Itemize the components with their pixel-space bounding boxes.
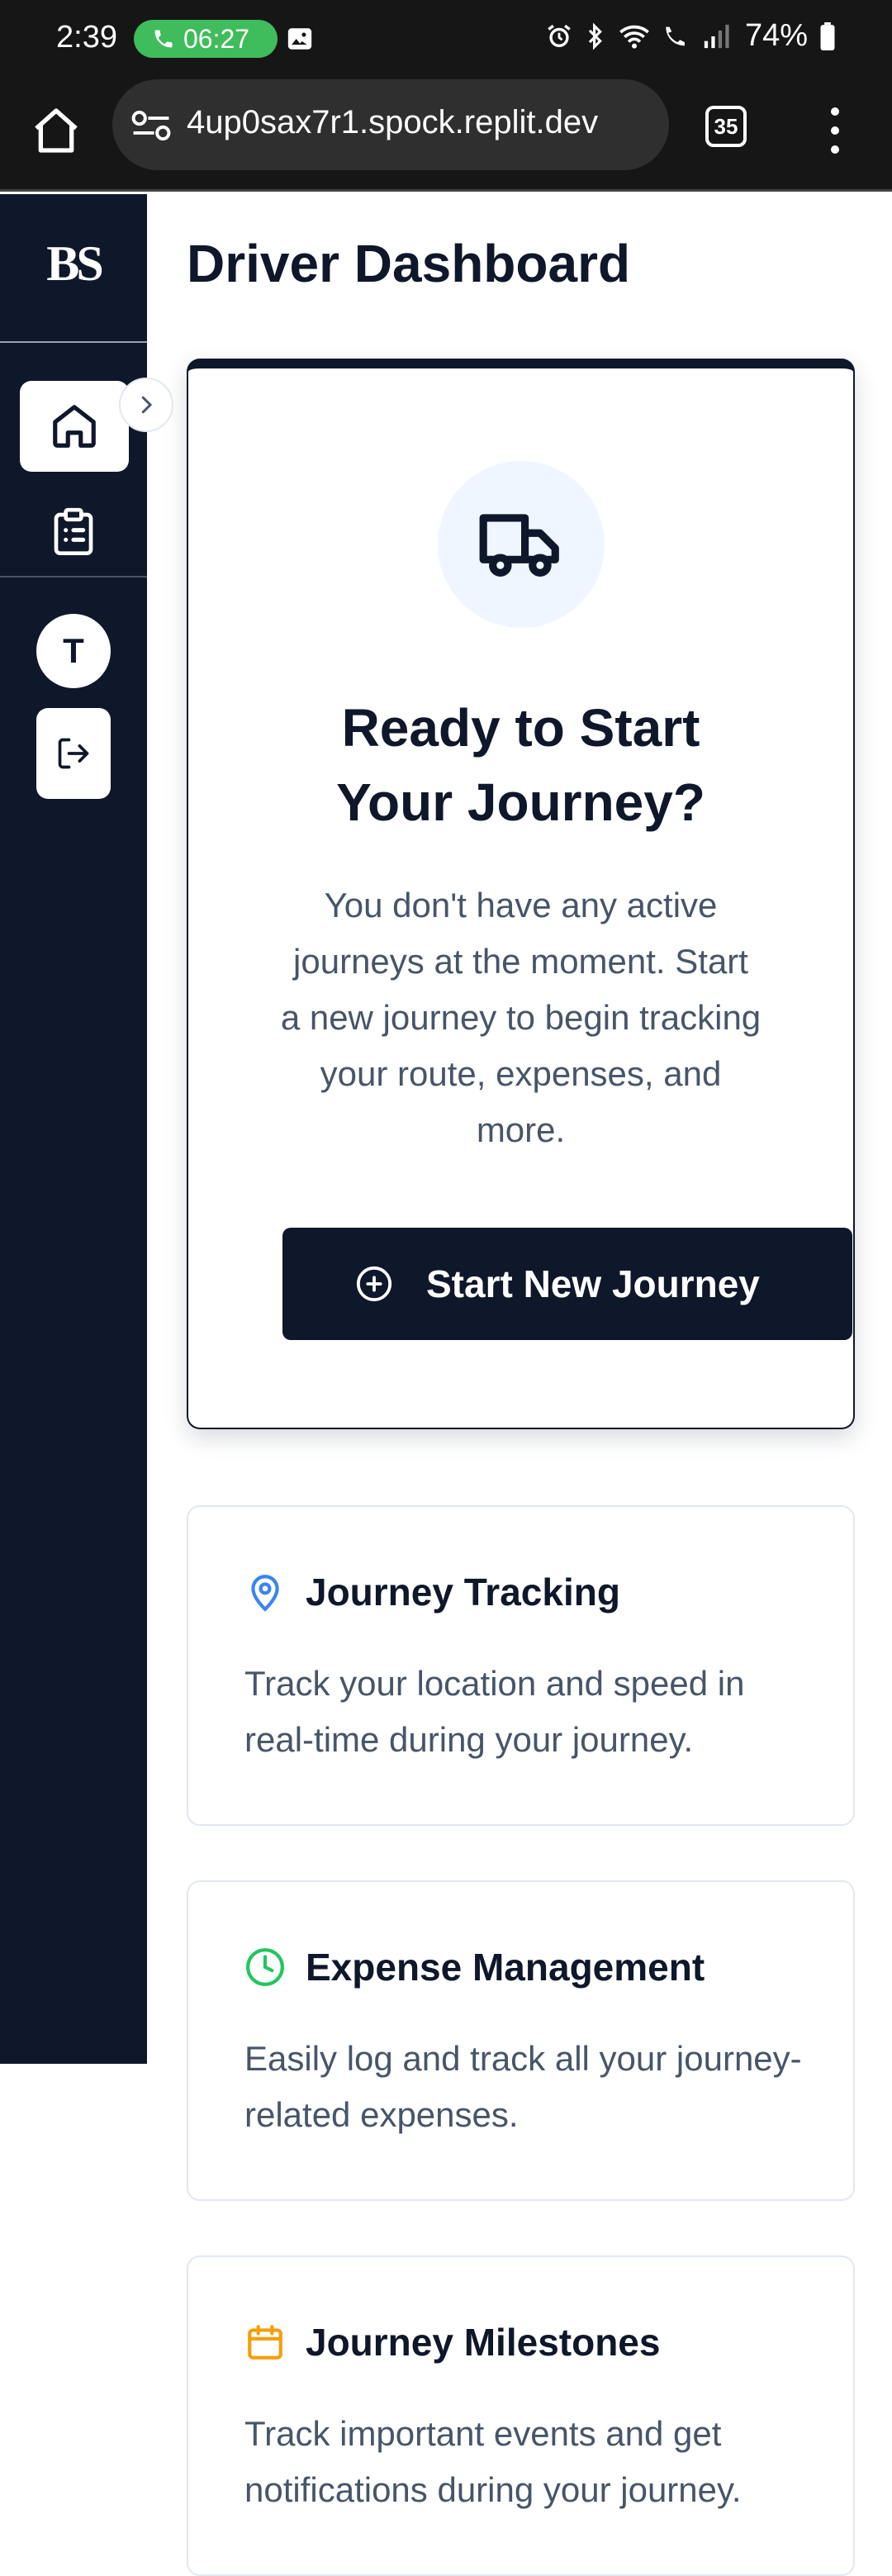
battery-icon bbox=[820, 21, 835, 50]
truck-icon-badge bbox=[438, 461, 605, 628]
logout-button[interactable] bbox=[36, 708, 111, 799]
clock-icon bbox=[246, 1948, 284, 1986]
feature-card-journey-tracking: Journey Tracking Track your location and… bbox=[187, 1505, 855, 1826]
gallery-icon bbox=[287, 28, 312, 50]
status-time: 2:39 bbox=[56, 20, 117, 55]
wifi-icon bbox=[619, 25, 649, 49]
tab-switcher-button[interactable]: 35 bbox=[705, 106, 747, 147]
phone-icon bbox=[154, 30, 173, 48]
feature-title: Journey Tracking bbox=[306, 1571, 620, 1614]
feature-card-journey-milestones: Journey Milestones Track important event… bbox=[187, 2255, 855, 2576]
browser-menu-icon[interactable] bbox=[823, 107, 847, 154]
wifi-calling-icon bbox=[666, 26, 685, 45]
chevron-right-icon bbox=[141, 396, 153, 414]
sidebar-divider bbox=[0, 341, 147, 343]
app-logo[interactable]: BS bbox=[0, 235, 147, 292]
feature-card-expense-management: Expense Management Easily log and track … bbox=[187, 1880, 855, 2201]
logout-icon bbox=[58, 738, 89, 769]
status-icons: 74% bbox=[545, 18, 836, 54]
start-new-journey-button[interactable]: Start New Journey bbox=[282, 1228, 852, 1340]
feature-description: Easily log and track all your journey-re… bbox=[244, 2039, 802, 2134]
start-journey-card: Ready to Start Your Journey? You don't h… bbox=[187, 359, 855, 1429]
home-icon bbox=[53, 405, 96, 448]
truck-icon bbox=[479, 514, 559, 577]
sidebar: BS T bbox=[0, 194, 147, 2064]
sidebar-item-journeys[interactable] bbox=[41, 500, 106, 564]
clipboard-list-icon bbox=[54, 507, 93, 555]
bluetooth-icon bbox=[588, 21, 602, 50]
hero-description: You don't have any active journeys at th… bbox=[280, 886, 762, 1149]
address-bar[interactable]: 4up0sax7r1.spock.replit.dev bbox=[112, 79, 669, 170]
hero-title: Ready to Start Your Journey? bbox=[188, 691, 853, 839]
browser-toolbar: 4up0sax7r1.spock.replit.dev 35 bbox=[0, 76, 892, 192]
battery-percent: 74% bbox=[744, 18, 808, 53]
status-bar: 2:39 06:27 74% bbox=[0, 0, 892, 76]
sidebar-item-home[interactable] bbox=[20, 381, 129, 472]
calendar-icon bbox=[248, 2325, 282, 2360]
page-title: Driver Dashboard bbox=[187, 234, 631, 293]
site-settings-icon[interactable] bbox=[130, 107, 172, 144]
feature-title: Journey Milestones bbox=[306, 2321, 661, 2364]
browser-home-icon[interactable] bbox=[30, 104, 83, 157]
feature-title: Expense Management bbox=[306, 1946, 705, 1989]
sidebar-expand-button[interactable] bbox=[119, 378, 173, 432]
call-timer: 06:27 bbox=[183, 23, 250, 54]
signal-icon bbox=[704, 24, 729, 48]
alarm-icon bbox=[548, 24, 571, 47]
hero-title-line2: Your Journey? bbox=[336, 772, 705, 832]
call-indicator[interactable]: 06:27 bbox=[134, 20, 278, 58]
map-pin-icon bbox=[251, 1575, 279, 1612]
start-new-journey-label: Start New Journey bbox=[426, 1262, 760, 1305]
hero-title-line1: Ready to Start bbox=[341, 698, 700, 758]
sidebar-divider bbox=[0, 576, 147, 577]
feature-description: Track important events and get notificat… bbox=[244, 2414, 742, 2509]
url-text: 4up0sax7r1.spock.replit.dev bbox=[187, 104, 599, 140]
feature-description: Track your location and speed in real-ti… bbox=[244, 1664, 745, 1759]
avatar[interactable]: T bbox=[36, 614, 111, 688]
plus-circle-icon bbox=[356, 1266, 392, 1302]
